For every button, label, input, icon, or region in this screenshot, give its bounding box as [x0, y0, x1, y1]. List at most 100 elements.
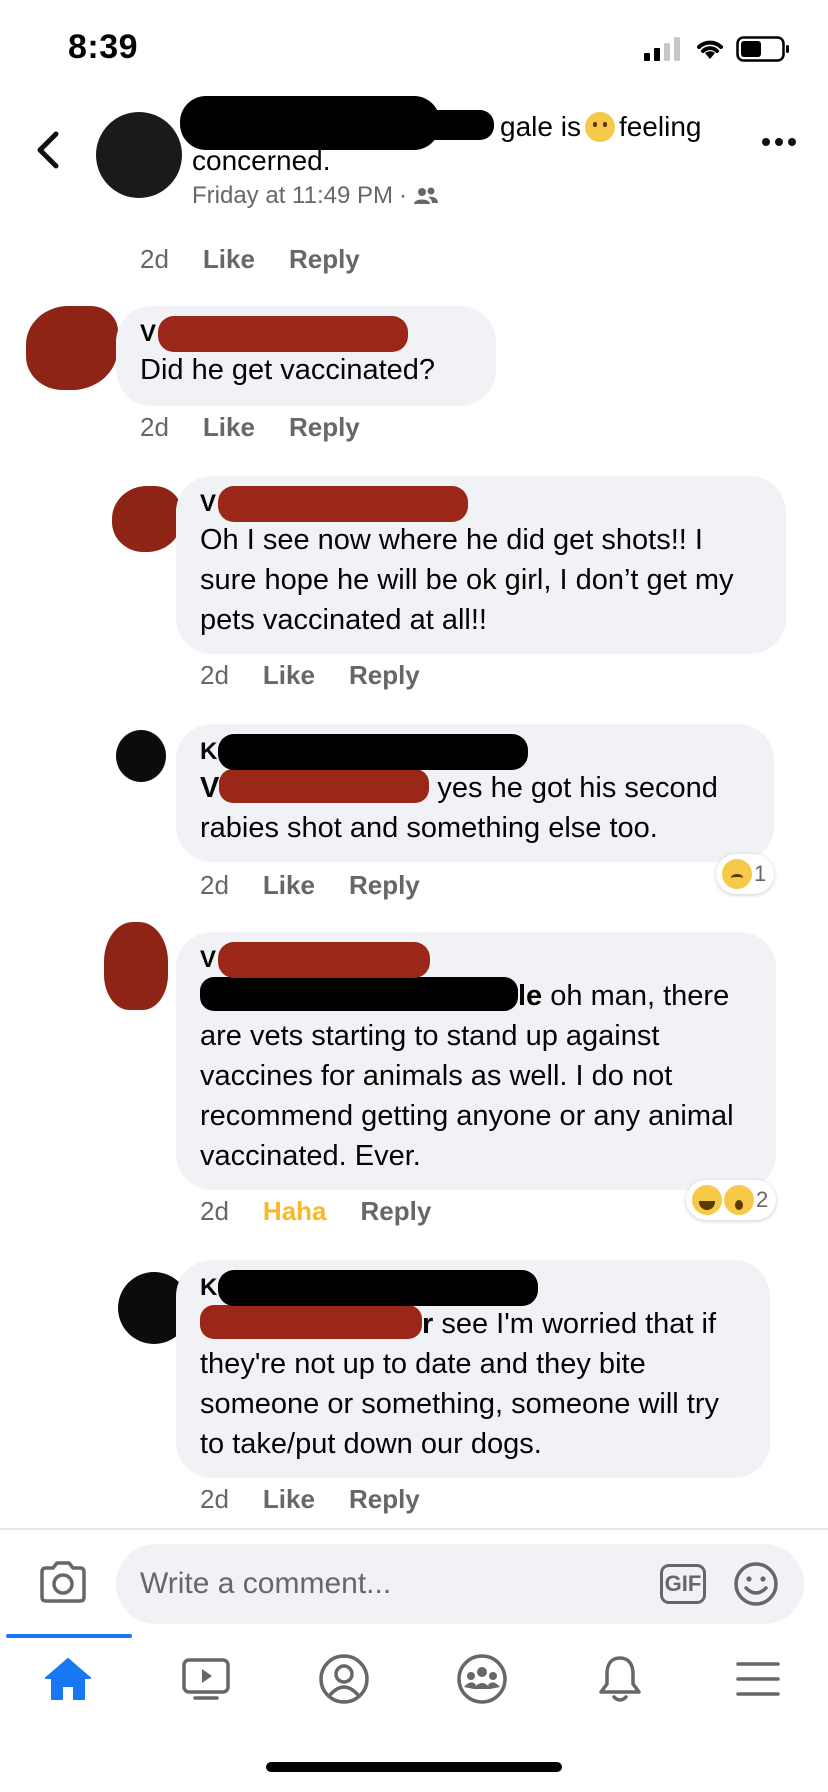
battery-icon: [736, 36, 789, 62]
commenter-initial: V: [140, 320, 157, 347]
feeling-label: feeling: [618, 111, 702, 142]
reactions-summary[interactable]: 2: [686, 1180, 777, 1220]
composer-divider: [0, 1528, 828, 1530]
comment-body-start: oh man, there: [550, 980, 730, 1012]
commenter-name[interactable]: K: [200, 1270, 746, 1306]
haha-icon: [692, 1185, 722, 1215]
wow-icon: [724, 1185, 754, 1215]
post-title: gale is feeling concerned.: [192, 110, 712, 178]
like-button[interactable]: Like: [263, 870, 315, 901]
comment-actions: 2d Like Reply: [200, 1484, 420, 1515]
commenter-avatar[interactable]: [112, 486, 182, 552]
like-button[interactable]: Like: [203, 244, 255, 275]
menu-icon: [736, 1662, 780, 1696]
tab-profile[interactable]: [304, 1650, 384, 1708]
commenter-initial: V: [200, 490, 217, 517]
mention-fragment[interactable]: r: [422, 1308, 433, 1340]
haha-reaction-button[interactable]: Haha: [263, 1196, 327, 1227]
reply-button[interactable]: Reply: [289, 412, 360, 443]
notifications-icon: [599, 1656, 641, 1702]
poster-name-fragment[interactable]: gale: [500, 111, 553, 142]
comment-body-start: see I'm worried that if: [441, 1308, 717, 1340]
groups-icon: [457, 1654, 507, 1704]
reactions-summary[interactable]: 1: [716, 854, 775, 894]
reactions-count: 1: [754, 861, 767, 886]
tab-notifications[interactable]: [580, 1650, 660, 1708]
friends-icon: [413, 187, 438, 204]
emoji-icon[interactable]: [732, 1560, 780, 1608]
status-icons: [644, 36, 790, 62]
tab-menu[interactable]: [718, 1650, 798, 1708]
poster-avatar[interactable]: [96, 112, 182, 198]
commenter-name[interactable]: V: [200, 942, 752, 978]
comment-actions: 2d Like Reply: [200, 660, 420, 691]
reactions-count: 2: [756, 1187, 769, 1212]
signal-icon: [644, 37, 680, 61]
commenter-name[interactable]: V: [140, 316, 472, 352]
back-arrow-icon[interactable]: [30, 128, 66, 172]
comment-text: r see I'm worried that if they're not up…: [200, 1304, 746, 1464]
post-timestamp[interactable]: Friday at 11:49 PM: [192, 182, 393, 210]
meta-separator: ·: [398, 182, 407, 209]
comment-text: V yes he got his second rabies shot and …: [200, 768, 750, 848]
comment-text: Did he get vaccinated?: [140, 354, 436, 386]
mention-redaction: [219, 769, 430, 803]
tab-home[interactable]: [28, 1650, 108, 1708]
commenter-initial: K: [200, 738, 218, 765]
commenter-name[interactable]: K: [200, 734, 750, 770]
mention-fragment[interactable]: le: [518, 980, 542, 1012]
camera-icon[interactable]: [38, 1560, 88, 1604]
comment-actions: 2d Like Reply: [140, 244, 360, 275]
name-redaction: [218, 1270, 538, 1306]
like-button[interactable]: Like: [263, 660, 315, 691]
tab-groups[interactable]: [442, 1650, 522, 1708]
name-redaction: [218, 486, 468, 522]
name-redaction: [218, 734, 528, 770]
mention-redaction: [200, 977, 518, 1011]
comment-actions: 2d Like Reply: [200, 870, 420, 901]
comment-age: 2d: [140, 244, 169, 274]
reply-button[interactable]: Reply: [349, 1484, 420, 1515]
home-indicator: [266, 1762, 562, 1772]
commenter-avatar[interactable]: [104, 922, 168, 1010]
concerned-emoji-icon: [584, 112, 615, 142]
comment-actions: 2d Haha Reply: [200, 1196, 431, 1227]
comment-bubble[interactable]: V le oh man, there are vets starting to …: [176, 932, 776, 1190]
reply-button[interactable]: Reply: [361, 1196, 432, 1227]
tab-watch[interactable]: [166, 1650, 246, 1708]
reply-button[interactable]: Reply: [289, 244, 360, 275]
home-icon: [45, 1658, 91, 1700]
post-meta: Friday at 11:49 PM ·: [192, 182, 439, 210]
mention-redaction: [200, 1305, 422, 1339]
commenter-avatar[interactable]: [26, 306, 118, 390]
like-button[interactable]: Like: [203, 412, 255, 443]
status-time: 8:39: [68, 28, 139, 66]
comment-age: 2d: [200, 870, 229, 900]
comment-bubble[interactable]: V Did he get vaccinated?: [116, 306, 496, 406]
watch-icon: [182, 1658, 230, 1700]
name-redaction: [158, 316, 408, 352]
mention-initial[interactable]: V: [200, 772, 219, 804]
active-tab-indicator: [6, 1634, 132, 1638]
comment-bubble[interactable]: V Oh I see now where he did get shots!! …: [176, 476, 786, 654]
comment-bubble[interactable]: K r see I'm worried that if they're not …: [176, 1260, 770, 1478]
commenter-name[interactable]: V: [200, 486, 762, 522]
feeling-state: concerned.: [192, 145, 331, 176]
comment-actions: 2d Like Reply: [140, 412, 360, 443]
like-button[interactable]: Like: [263, 1484, 315, 1515]
comment-bubble[interactable]: K V yes he got his second rabies shot an…: [176, 724, 774, 862]
commenter-initial: K: [200, 1274, 218, 1301]
reply-button[interactable]: Reply: [349, 660, 420, 691]
comment-text: Oh I see now where he did get shots!! I …: [200, 524, 734, 636]
name-redaction: [192, 110, 494, 140]
comment-age: 2d: [140, 412, 169, 442]
gif-button[interactable]: GIF: [660, 1564, 706, 1604]
comment-age: 2d: [200, 660, 229, 690]
comment-age: 2d: [200, 1484, 229, 1514]
reply-button[interactable]: Reply: [349, 870, 420, 901]
comment-body: are vets starting to stand up against va…: [200, 1020, 734, 1172]
commenter-avatar[interactable]: [116, 730, 166, 782]
sad-icon: [722, 859, 752, 889]
more-options-icon[interactable]: [762, 138, 796, 146]
wifi-icon: [697, 40, 723, 59]
